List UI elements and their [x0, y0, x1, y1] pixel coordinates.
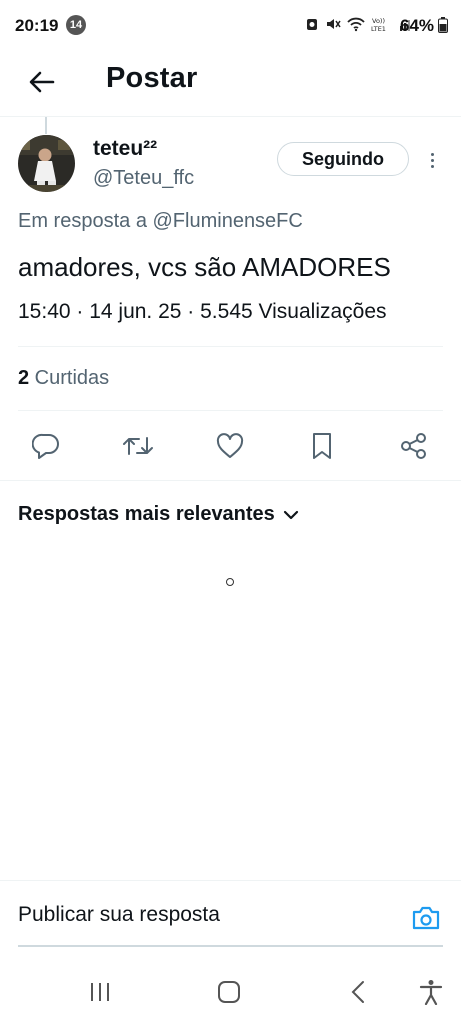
page-title: Postar [106, 62, 198, 94]
more-vertical-icon-dot [430, 164, 434, 168]
reply-icon [32, 433, 59, 459]
replies-sort-dropdown[interactable]: Respostas mais relevantes [18, 503, 299, 526]
chevron-down-icon [283, 510, 298, 519]
reply-input-underline [18, 945, 443, 947]
status-bar: 20:19 14 Vo)) LTE1 64% [0, 0, 461, 52]
following-button[interactable]: Seguindo [277, 142, 409, 176]
notification-count-badge: 14 [66, 15, 86, 35]
home-icon [218, 981, 240, 1003]
home-button[interactable] [209, 976, 249, 1008]
app-header: Postar [0, 52, 461, 114]
share-button[interactable] [396, 428, 432, 464]
svg-text:LTE1: LTE1 [371, 25, 386, 32]
battery-percentage: 64% [400, 16, 435, 35]
share-icon [401, 433, 426, 459]
loading-spinner [226, 578, 234, 586]
reply-button[interactable] [28, 428, 64, 464]
accessibility-icon [419, 980, 443, 1005]
avatar[interactable] [18, 135, 75, 192]
heart-icon [216, 433, 244, 458]
accessibility-button[interactable] [411, 976, 451, 1008]
post-text: amadores, vcs são AMADORES [18, 252, 391, 282]
more-options-button[interactable] [424, 148, 440, 172]
chevron-left-icon [351, 981, 364, 1003]
author-handle[interactable]: @Teteu_ffc [93, 167, 194, 190]
header-divider [0, 116, 461, 117]
thread-line [45, 117, 47, 134]
reply-input[interactable]: Publicar sua resposta [18, 903, 220, 927]
recent-apps-button[interactable] [80, 976, 120, 1008]
divider [18, 410, 443, 411]
divider [0, 480, 461, 481]
back-nav-button[interactable] [338, 976, 378, 1008]
status-icons: Vo)) LTE1 [305, 16, 413, 32]
post-meta: 15:40 · 14 jun. 25 · 5.545 Visualizações [18, 300, 387, 323]
status-time: 20:19 [15, 16, 59, 35]
mute-icon [327, 19, 341, 29]
avatar-photo [18, 135, 75, 192]
system-nav-bar [0, 960, 461, 1024]
recent-apps-icon [91, 983, 109, 1001]
post-actions [0, 420, 461, 472]
likes-count: 2 [18, 367, 30, 389]
bookmark-icon [313, 433, 331, 459]
reply-to-text[interactable]: Em resposta a @FluminenseFC [18, 210, 303, 233]
battery-icon [438, 17, 448, 33]
retweet-button[interactable] [120, 428, 156, 464]
camera-icon [412, 906, 440, 930]
bookmark-button[interactable] [304, 428, 340, 464]
divider [18, 346, 443, 347]
alarm-icon [307, 19, 317, 30]
author-name[interactable]: teteu²² [93, 137, 157, 161]
more-vertical-icon-dot [430, 158, 434, 162]
replies-sort-label: Respostas mais relevantes [18, 503, 275, 525]
arrow-left-icon [29, 71, 55, 93]
lte-icon: Vo))LTE1 [371, 17, 386, 32]
retweet-icon [123, 437, 153, 455]
wifi-icon [347, 17, 365, 32]
svg-text:Vo)): Vo)) [372, 17, 385, 25]
likes-label: Curtidas [29, 367, 110, 389]
back-button[interactable] [22, 62, 62, 102]
likes-count-row[interactable]: 2 Curtidas [18, 367, 109, 390]
camera-button[interactable] [410, 903, 442, 933]
more-vertical-icon [430, 152, 434, 156]
like-button[interactable] [212, 428, 248, 464]
composer-divider [0, 880, 461, 881]
